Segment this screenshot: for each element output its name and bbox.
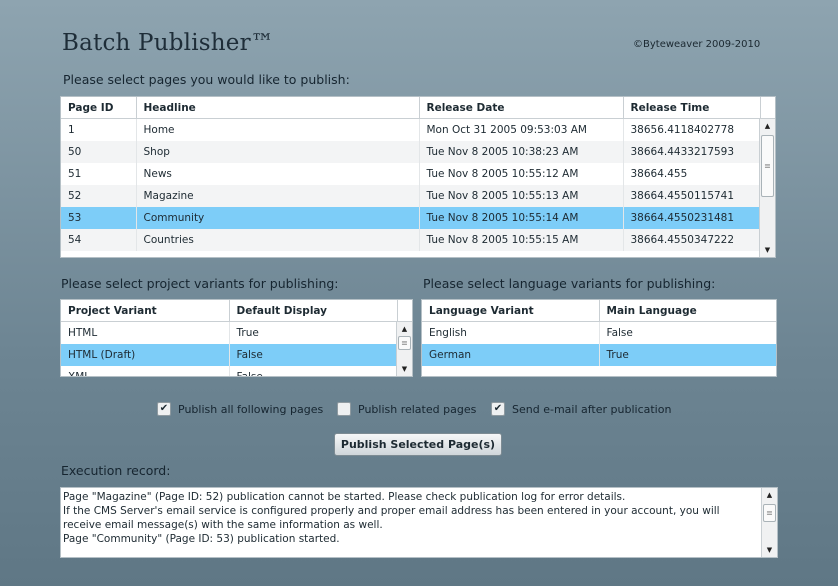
table-cell: True [599,344,776,366]
col-main-language[interactable]: Main Language [599,300,776,322]
table-row[interactable]: 1 Home Mon Oct 31 2005 09:53:03 AM 38656.41… [61,118,775,141]
table-cell: 1 [61,118,137,141]
projects-grid[interactable]: Project Variant Default Display HTML True… [60,299,413,377]
publish-following-checkbox[interactable]: ✔ [157,402,171,416]
table-cell: Tue Nov 8 2005 10:38:23 AM [419,141,624,163]
table-row[interactable]: 53 Community Tue Nov 8 2005 10:55:14 AM 386… [61,207,775,229]
arrow-down-icon[interactable]: ▼ [397,362,412,376]
col-release-time[interactable]: Release Time [623,97,761,119]
table-row[interactable]: 54 Countries Tue Nov 8 2005 10:55:15 AM 386… [61,229,775,251]
table-cell: True [229,321,398,344]
table-cell: English [422,321,600,344]
execution-label: Execution record: [61,463,171,478]
send-email-checkbox[interactable]: ✔ [491,402,505,416]
table-cell: Home [136,118,420,141]
scroll-thumb[interactable] [763,504,776,522]
table-cell: Shop [136,141,420,163]
table-cell: German [422,344,600,366]
table-cell: Tue Nov 8 2005 10:55:15 AM [419,229,624,251]
table-cell: False [229,344,398,366]
col-page-id[interactable]: Page ID [61,97,137,119]
table-row[interactable]: HTML True [61,321,412,344]
table-cell: 38664.4433217593 [623,141,761,163]
copyright: ©Byteweaver 2009-2010 [633,39,761,50]
send-email-label[interactable]: Send e-mail after publication [512,403,671,416]
table-cell: False [229,366,398,376]
arrow-down-icon[interactable]: ▼ [762,543,777,557]
table-cell: 38664.455 [623,163,761,185]
table-cell: News [136,163,420,185]
languages-grid[interactable]: Language Variant Main Language English Fa… [421,299,777,377]
table-cell: Countries [136,229,420,251]
table-cell: 53 [61,207,137,229]
table-row[interactable]: English False [422,321,776,344]
publish-following-label[interactable]: Publish all following pages [178,403,323,416]
arrow-up-icon[interactable]: ▲ [397,322,412,336]
header-corner [397,300,412,322]
table-cell: 38664.4550115741 [623,185,761,207]
languages-label: Please select language variants for publ… [423,276,716,291]
col-release-date[interactable]: Release Date [419,97,624,119]
scroll-thumb[interactable] [761,135,774,197]
pages-grid[interactable]: Page ID Headline Release Date Release Ti… [60,96,776,258]
arrow-up-icon[interactable]: ▲ [760,119,775,133]
table-row[interactable]: XML False [61,366,412,376]
table-row[interactable]: 52 Magazine Tue Nov 8 2005 10:55:13 AM 3866… [61,185,775,207]
table-cell: Community [136,207,420,229]
projects-label: Please select project variants for publi… [61,276,339,291]
table-cell: XML [61,366,230,376]
check-icon: ✔ [159,403,169,414]
col-headline[interactable]: Headline [136,97,420,119]
table-cell: 54 [61,229,137,251]
table-cell: 38664.4550231481 [623,207,761,229]
table-cell: Mon Oct 31 2005 09:53:03 AM [419,118,624,141]
table-row[interactable]: 50 Shop Tue Nov 8 2005 10:38:23 AM 38664.44… [61,141,775,163]
execution-log[interactable]: Page "Magazine" (Page ID: 52) publicatio… [60,487,778,558]
log-scrollbar[interactable]: ▲ ▼ [761,488,777,557]
table-row[interactable]: 51 News Tue Nov 8 2005 10:55:12 AM 38664.45… [61,163,775,185]
col-project-variant[interactable]: Project Variant [61,300,230,322]
check-icon: ✔ [493,403,503,414]
table-cell: 52 [61,185,137,207]
table-cell: 38656.4118402778 [623,118,761,141]
table-cell: False [599,321,776,344]
publish-button[interactable]: Publish Selected Page(s) [334,433,502,456]
app-title: Batch Publisher™ [62,30,275,56]
arrow-up-icon[interactable]: ▲ [762,488,777,502]
table-row[interactable]: HTML (Draft) False [61,344,412,366]
publish-related-label[interactable]: Publish related pages [358,403,476,416]
table-cell: HTML [61,321,230,344]
publish-related-checkbox[interactable] [337,402,351,416]
table-cell: 50 [61,141,137,163]
table-cell: HTML (Draft) [61,344,230,366]
table-cell: 51 [61,163,137,185]
table-cell: Tue Nov 8 2005 10:55:13 AM [419,185,624,207]
table-cell: Tue Nov 8 2005 10:55:12 AM [419,163,624,185]
arrow-down-icon[interactable]: ▼ [760,243,775,257]
execution-text: Page "Magazine" (Page ID: 52) publicatio… [63,491,720,545]
pages-label: Please select pages you would like to pu… [63,72,350,87]
table-row[interactable]: German True [422,344,776,366]
table-cell: Tue Nov 8 2005 10:55:14 AM [419,207,624,229]
col-default-display[interactable]: Default Display [229,300,398,322]
col-language-variant[interactable]: Language Variant [422,300,600,322]
pages-scrollbar[interactable]: ▲ ▼ [759,119,775,257]
projects-scrollbar[interactable]: ▲ ▼ [396,322,412,376]
header-corner [760,97,775,119]
scroll-thumb[interactable] [398,336,411,350]
table-cell: 38664.4550347222 [623,229,761,251]
table-cell: Magazine [136,185,420,207]
